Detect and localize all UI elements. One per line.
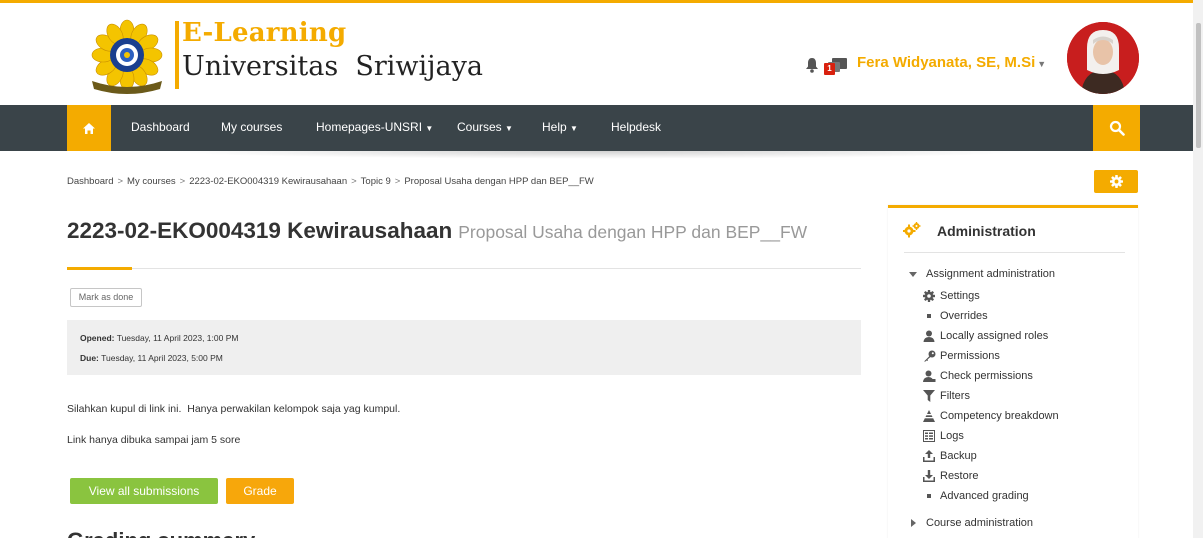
search-button[interactable]: [1093, 105, 1140, 151]
university-logo[interactable]: [84, 19, 170, 95]
administration-title: Administration: [937, 223, 1036, 239]
activity-title: Proposal Usaha dengan HPP dan BEP__FW: [458, 222, 808, 242]
breadcrumb-separator: >: [394, 176, 401, 187]
user-menu[interactable]: Fera Widyanata, SE, M.Si ▼: [857, 54, 1046, 71]
actions-menu-button[interactable]: [1094, 170, 1138, 193]
admin-item-competency-breakdown[interactable]: Competency breakdown: [922, 409, 1059, 423]
breadcrumb-topic[interactable]: Topic 9: [361, 176, 391, 187]
brand-divider: [175, 21, 179, 89]
breadcrumb-dashboard[interactable]: Dashboard: [67, 176, 113, 187]
brand-subtitle[interactable]: Universitas Sriwijaya: [182, 51, 483, 82]
caret-down-icon: ▼: [570, 124, 578, 133]
course-title: 2223-02-EKO004319 Kewirausahaan: [67, 218, 453, 243]
nav-item-helpdesk[interactable]: Helpdesk: [611, 120, 661, 134]
caret-down-icon: ▼: [505, 124, 513, 133]
admin-item-filters[interactable]: Filters: [922, 389, 970, 403]
course-administration-node[interactable]: Course administration: [909, 517, 1033, 529]
admin-item-backup[interactable]: Backup: [922, 449, 977, 463]
opened-date: Opened: Tuesday, 11 April 2023, 1:00 PM: [80, 333, 239, 343]
bullet-icon: [922, 309, 936, 323]
admin-item-restore[interactable]: Restore: [922, 469, 979, 483]
admin-item-overrides[interactable]: Overrides: [922, 309, 988, 323]
bullet-icon: [922, 489, 936, 503]
breadcrumb-separator: >: [179, 176, 186, 187]
logs-icon: [922, 429, 936, 443]
title-accent: [67, 267, 132, 270]
breadcrumb-separator: >: [117, 176, 124, 187]
notification-bell-icon[interactable]: [805, 57, 819, 73]
breadcrumb-my-courses[interactable]: My courses: [127, 176, 176, 187]
description-line-2: Link hanya dibuka sampai jam 5 sore: [67, 434, 241, 446]
description-line-1: Silahkan kupul di link ini. Hanya perwak…: [67, 403, 401, 415]
nav-shadow: [160, 151, 1040, 159]
restore-icon: [922, 469, 936, 483]
nav-item-courses[interactable]: Courses ▼: [457, 120, 513, 134]
grade-button[interactable]: Grade: [226, 478, 294, 504]
key-icon: [922, 349, 936, 363]
chevron-down-icon: ▼: [1037, 59, 1047, 69]
administration-divider: [904, 252, 1125, 253]
assignment-administration-node[interactable]: Assignment administration: [909, 268, 1055, 280]
site-header: E-Learning Universitas Sriwijaya 1 Fera …: [0, 3, 1193, 105]
user-name: Fera Widyanata, SE, M.Si: [857, 54, 1036, 71]
search-icon: [1109, 120, 1125, 136]
nav-item-dashboard[interactable]: Dashboard: [131, 120, 190, 134]
admin-item-settings[interactable]: Settings: [922, 289, 980, 303]
activity-dates: Opened: Tuesday, 11 April 2023, 1:00 PM …: [67, 320, 861, 375]
nav-item-my-courses[interactable]: My courses: [221, 120, 282, 134]
administration-block: Administration Assignment administration…: [888, 205, 1138, 538]
breadcrumb-activity[interactable]: Proposal Usaha dengan HPP dan BEP__FW: [404, 176, 593, 187]
message-count-badge: 1: [824, 63, 835, 75]
home-button[interactable]: [67, 105, 111, 151]
breadcrumb: Dashboard > My courses >2223-02-EKO004319 K…: [67, 176, 594, 187]
nav-item-homepages-unsri[interactable]: Homepages-UNSRI ▼: [316, 120, 433, 134]
filter-icon: [922, 389, 936, 403]
user-icon: [922, 329, 936, 343]
gear-icon: [1109, 175, 1123, 188]
scrollbar-thumb[interactable]: [1196, 23, 1201, 148]
page-title: 2223-02-EKO004319 Kewirausahaan Proposal …: [67, 218, 807, 244]
collapsed-triangle-icon: [911, 519, 916, 527]
expanded-triangle-icon: [909, 271, 917, 277]
admin-item-advanced-grading[interactable]: Advanced grading: [922, 489, 1029, 503]
mark-as-done-button[interactable]: Mark as done: [70, 288, 142, 307]
gears-icon: [903, 221, 921, 237]
breadcrumb-separator: >: [351, 176, 357, 187]
avatar[interactable]: [1067, 22, 1139, 94]
view-all-submissions-button[interactable]: View all submissions: [70, 478, 218, 504]
admin-item-logs[interactable]: Logs: [922, 429, 964, 443]
nav-item-help[interactable]: Help ▼: [542, 120, 578, 134]
title-divider: [67, 268, 861, 269]
main-nav: Dashboard My courses Homepages-UNSRI ▼ C…: [0, 105, 1193, 151]
admin-item-locally-assigned-roles[interactable]: Locally assigned roles: [922, 329, 1048, 343]
breadcrumb-course[interactable]: 2223-02-EKO004319 Kewirausahaan: [189, 176, 347, 187]
competency-icon: [922, 409, 936, 423]
backup-icon: [922, 449, 936, 463]
user-check-icon: [922, 369, 936, 383]
grading-summary-heading: Grading summary: [67, 528, 255, 538]
brand-title[interactable]: E-Learning: [182, 18, 346, 48]
admin-item-check-permissions[interactable]: Check permissions: [922, 369, 1033, 383]
administration-header: Administration: [903, 220, 1036, 239]
due-date: Due: Tuesday, 11 April 2023, 5:00 PM: [80, 353, 223, 363]
gear-icon: [922, 289, 936, 303]
caret-down-icon: ▼: [425, 124, 434, 133]
home-icon: [83, 122, 95, 134]
admin-item-permissions[interactable]: Permissions: [922, 349, 1000, 363]
